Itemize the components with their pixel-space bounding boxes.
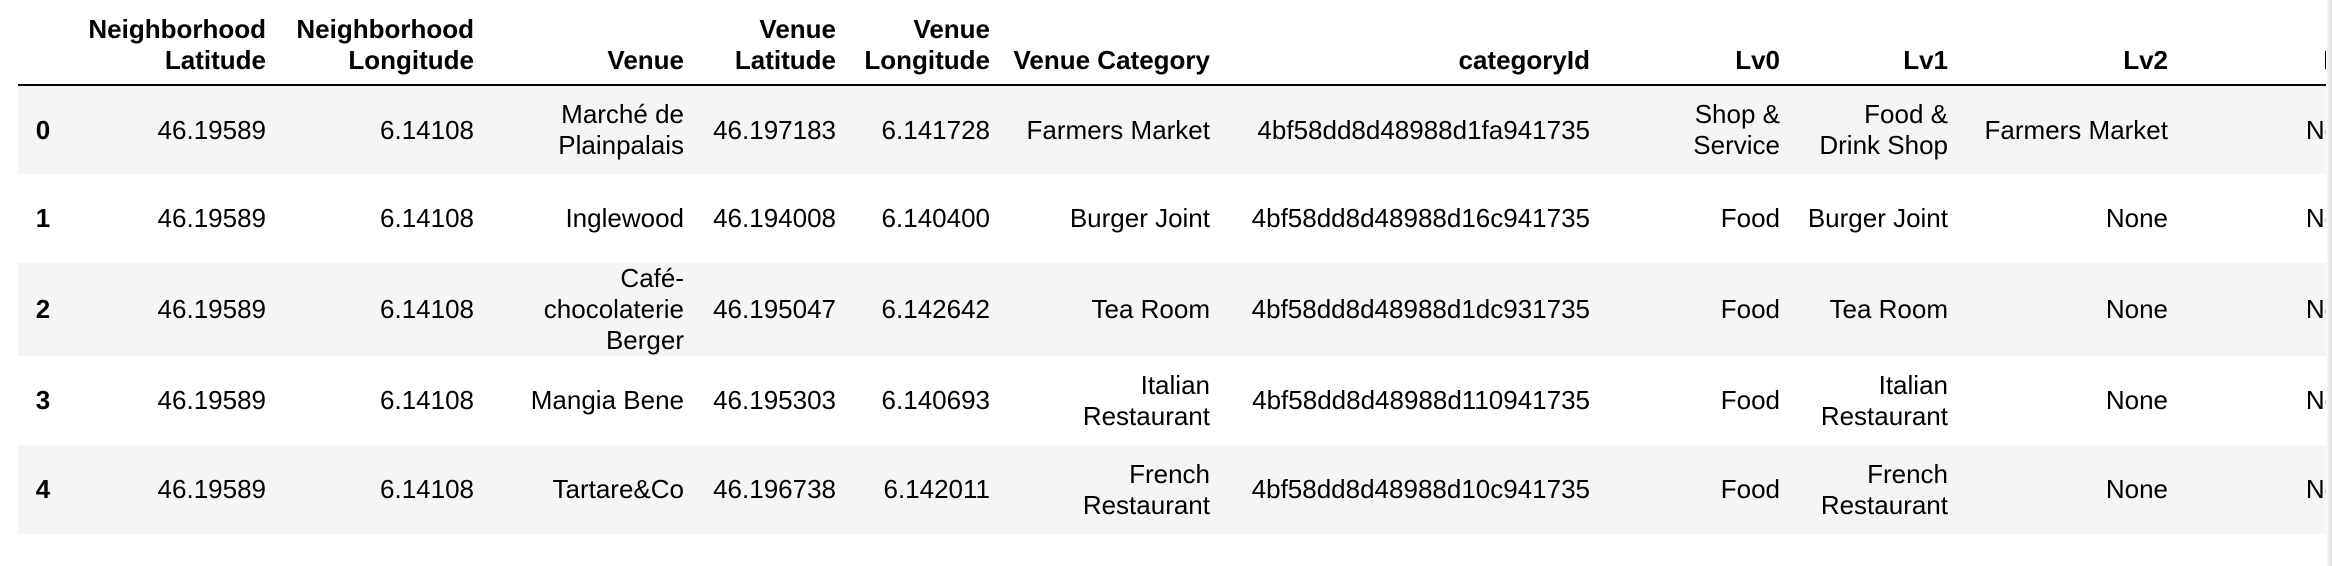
horizontal-scroll-edge[interactable] — [2326, 0, 2332, 566]
cell-catid: 4bf58dd8d48988d16c941735 — [1251, 203, 1590, 233]
cell-vlon: 6.140400 — [881, 203, 990, 233]
cell-vlat: 46.195303 — [713, 385, 836, 415]
cell-lv1: Food & Drink Shop — [1819, 99, 1948, 160]
table-row: 2 46.19589 6.14108 Café-chocolaterie Berger… — [18, 263, 2332, 356]
cell-lv3: None — [2305, 474, 2332, 504]
cell-venue: Marché de Plainpalais — [558, 99, 684, 160]
cell-nlon: 6.14108 — [380, 203, 474, 233]
column-header-lv0: Lv0 — [1600, 0, 1790, 86]
cell-nlat: 46.19589 — [157, 294, 266, 324]
cell-nlat: 46.19589 — [157, 474, 266, 504]
cell-vcat: Farmers Market — [1026, 114, 1210, 145]
table-row: 3 46.19589 6.14108 Mangia Bene 46.195303 6.14… — [18, 356, 2332, 445]
cell-lv3: None — [2305, 294, 2332, 324]
cell-vlat: 46.195047 — [713, 294, 836, 324]
cell-lv1: Tea Room — [1829, 294, 1949, 324]
column-header-vlat: Venue Latitude — [694, 0, 846, 86]
cell-vcat: Italian Restaurant — [1082, 369, 1210, 431]
cell-lv0: Shop & Service — [1693, 99, 1780, 160]
cell-vlon: 6.140693 — [881, 385, 990, 415]
cell-nlon: 6.14108 — [380, 114, 474, 145]
row-index: 3 — [35, 385, 51, 415]
cell-vlon: 6.141728 — [881, 114, 990, 145]
cell-nlon: 6.14108 — [380, 385, 474, 415]
cell-lv1: Italian Restaurant — [1820, 369, 1948, 431]
cell-lv3: None — [2305, 385, 2332, 415]
cell-nlon: 6.14108 — [380, 294, 474, 324]
cell-vcat: Burger Joint — [1069, 203, 1210, 233]
column-header-vlon: Venue Longitude — [846, 0, 1000, 86]
cell-vlat: 46.194008 — [713, 203, 836, 233]
cell-vlat: 46.197183 — [713, 114, 836, 145]
cell-vcat: Tea Room — [1091, 294, 1211, 324]
cell-lv1: Burger Joint — [1807, 203, 1948, 233]
cell-vlon: 6.142011 — [883, 474, 990, 504]
cell-nlat: 46.19589 — [157, 203, 266, 233]
cell-vlon: 6.142642 — [881, 294, 990, 324]
cell-lv2: Farmers Market — [1984, 114, 2168, 145]
cell-venue: Café-chocolaterie Berger — [543, 263, 684, 355]
cell-lv0: Food — [1720, 474, 1780, 504]
column-header-lv3: Lv3 — [2178, 0, 2332, 86]
column-header-catid: categoryId — [1220, 0, 1600, 86]
column-header-nlat: Neighborhood Latitude — [68, 0, 276, 86]
row-index: 0 — [35, 114, 51, 145]
dataframe-table: Neighborhood Latitude Neighborhood Longit… — [18, 0, 2332, 534]
table-row: 0 46.19589 6.14108 Marché de Plainpalais 46.… — [18, 85, 2332, 174]
column-header-lv1: Lv1 — [1790, 0, 1958, 86]
cell-catid: 4bf58dd8d48988d10c941735 — [1251, 474, 1590, 504]
cell-lv0: Food — [1720, 294, 1780, 324]
column-header-nlon: Neighborhood Longitude — [276, 0, 484, 86]
cell-catid: 4bf58dd8d48988d1fa941735 — [1257, 114, 1590, 145]
cell-vlat: 46.196738 — [713, 474, 836, 504]
cell-catid: 4bf58dd8d48988d110941735 — [1252, 385, 1590, 415]
cell-lv1: French Restaurant — [1820, 458, 1948, 520]
cell-catid: 4bf58dd8d48988d1dc931735 — [1251, 294, 1590, 324]
table-row: 4 46.19589 6.14108 Tartare&Co 46.196738 6.142… — [18, 445, 2332, 534]
cell-venue: Tartare&Co — [552, 474, 685, 504]
row-index: 2 — [35, 294, 51, 324]
cell-venue: Mangia Bene — [530, 385, 684, 415]
cell-venue: Inglewood — [565, 203, 684, 233]
dataframe-output: Neighborhood Latitude Neighborhood Longit… — [18, 0, 2332, 566]
index-header — [18, 0, 68, 86]
cell-lv3: None — [2305, 203, 2332, 233]
table-body: 0 46.19589 6.14108 Marché de Plainpalais 46.… — [18, 85, 2332, 534]
column-header-lv2: Lv2 — [1958, 0, 2178, 86]
cell-lv0: Food — [1720, 385, 1780, 415]
row-index: 4 — [35, 474, 51, 504]
column-header-venue: Venue — [484, 0, 694, 86]
cell-lv2: None — [2105, 385, 2168, 415]
cell-nlon: 6.14108 — [380, 474, 474, 504]
row-index: 1 — [35, 203, 51, 233]
table-row: 1 46.19589 6.14108 Inglewood 46.194008 6.1404… — [18, 174, 2332, 263]
column-header-vcat: Venue Category — [1000, 0, 1220, 86]
cell-nlat: 46.19589 — [157, 114, 266, 145]
header-row: Neighborhood Latitude Neighborhood Longit… — [18, 0, 2332, 86]
cell-lv2: None — [2105, 203, 2168, 233]
cell-lv3: None — [2305, 114, 2332, 145]
cell-vcat: French Restaurant — [1082, 458, 1210, 520]
cell-lv2: None — [2105, 294, 2168, 324]
cell-lv0: Food — [1720, 203, 1780, 233]
cell-nlat: 46.19589 — [157, 385, 266, 415]
cell-lv2: None — [2105, 474, 2168, 504]
